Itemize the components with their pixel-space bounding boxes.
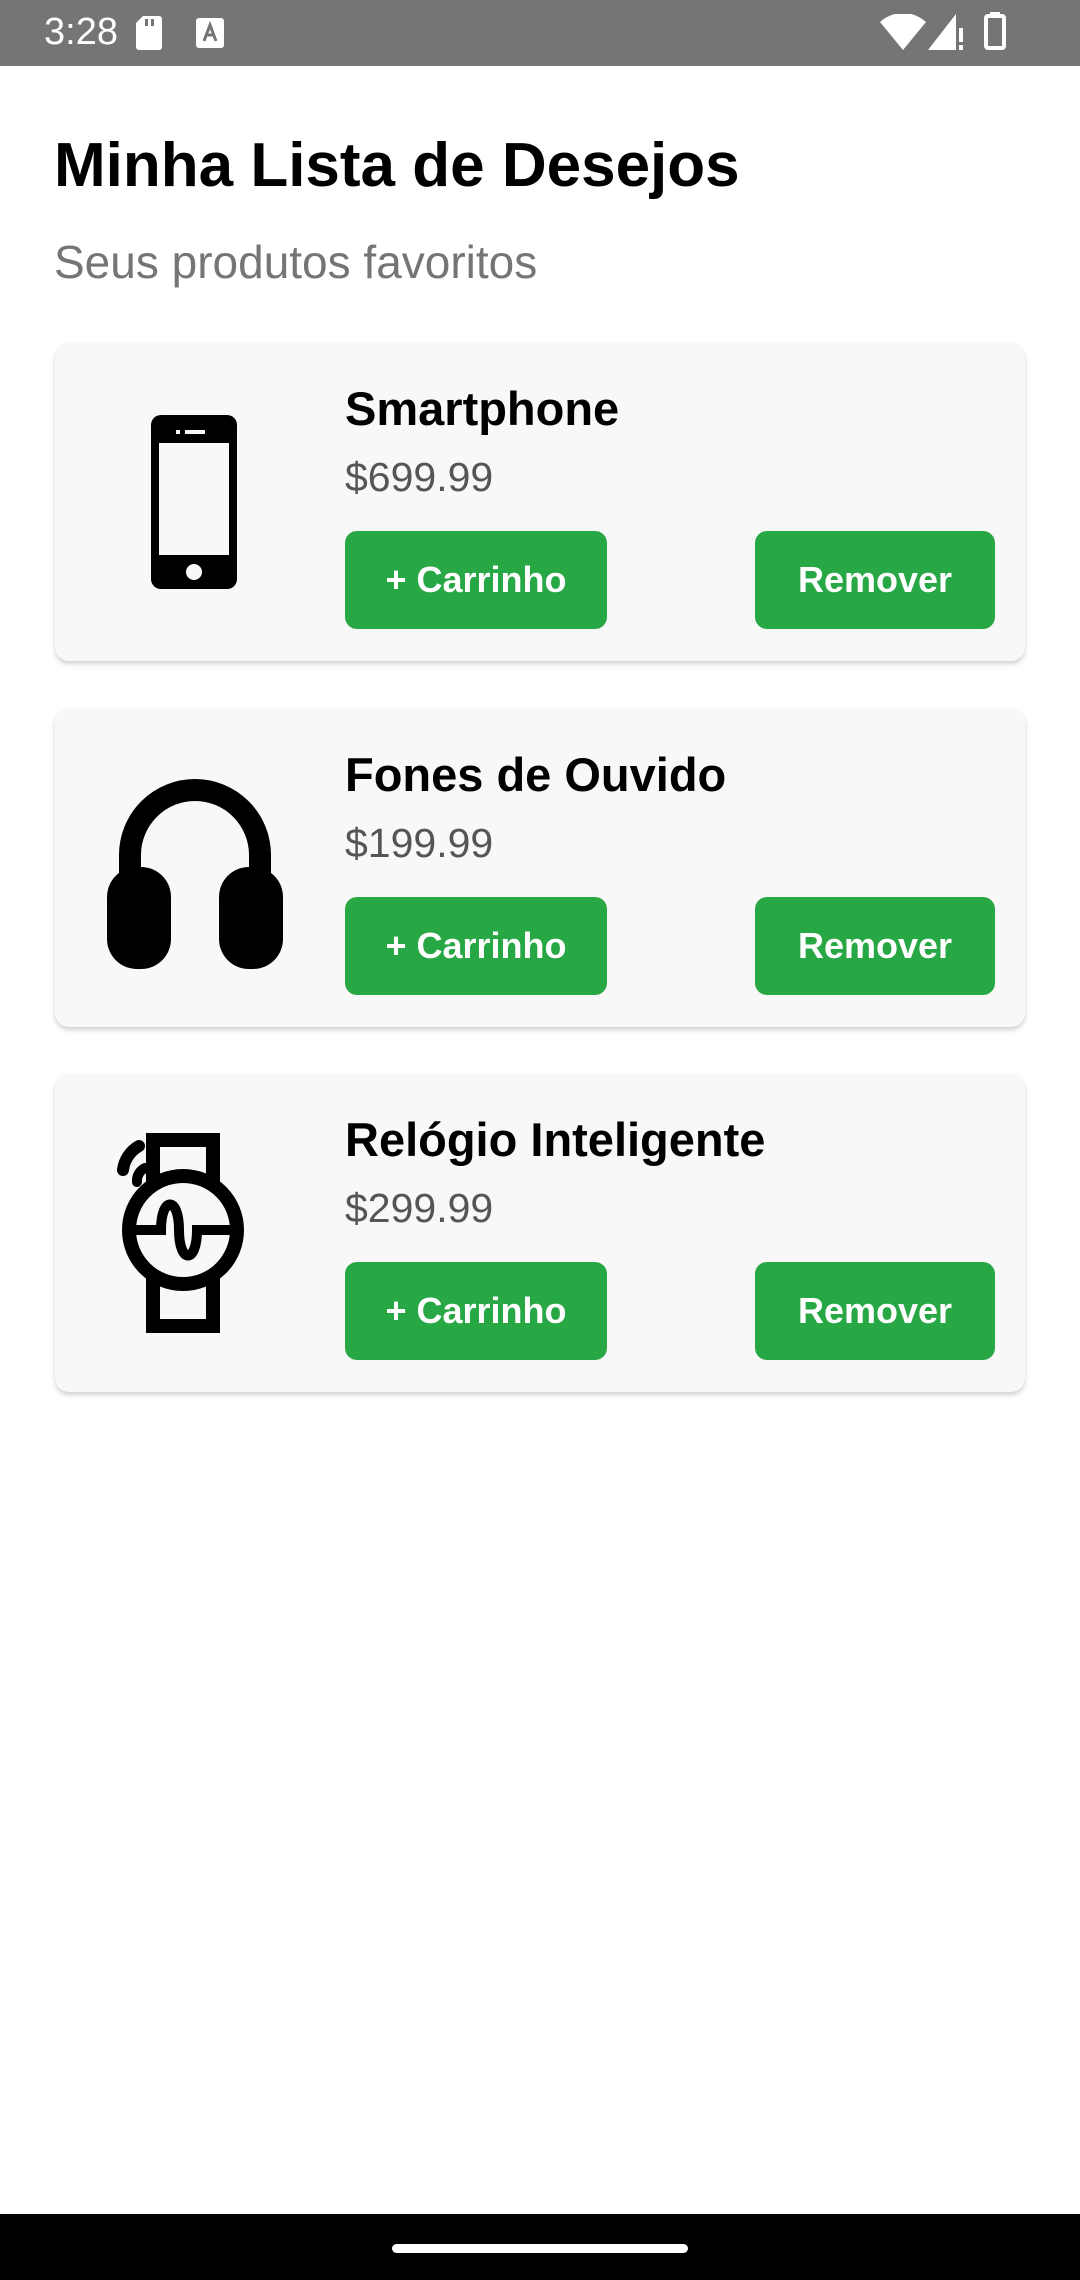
battery-icon: [984, 12, 1006, 50]
add-to-cart-button[interactable]: + Carrinho: [345, 897, 607, 995]
status-bar: 3:28: [0, 0, 1080, 66]
product-image: [55, 709, 335, 1027]
remove-button[interactable]: Remover: [755, 897, 995, 995]
remove-button[interactable]: Remover: [755, 1262, 995, 1360]
home-gesture-handle[interactable]: [392, 2244, 688, 2253]
product-card-headphones: Fones de Ouvido $199.99 + Carrinho Remov…: [55, 709, 1025, 1027]
product-price: $699.99: [345, 454, 494, 500]
sd-card-icon: [136, 16, 162, 50]
product-price: $299.99: [345, 1185, 494, 1231]
page-title: Minha Lista de Desejos: [54, 131, 740, 200]
add-to-cart-button[interactable]: + Carrinho: [345, 531, 607, 629]
product-name: Relógio Inteligente: [345, 1113, 766, 1166]
headphones-icon: [107, 779, 283, 969]
remove-button[interactable]: Remover: [755, 531, 995, 629]
product-card-smartwatch: Relógio Inteligente $299.99 + Carrinho R…: [55, 1074, 1025, 1392]
smartphone-icon: [151, 415, 237, 589]
product-image: [55, 1074, 335, 1392]
product-name: Fones de Ouvido: [345, 748, 727, 801]
smartwatch-icon: [117, 1133, 244, 1333]
wifi-icon: [880, 14, 926, 50]
signal-icon: [928, 14, 963, 50]
keyboard-a-icon: [196, 18, 224, 48]
product-card-smartphone: Smartphone $699.99 + Carrinho Remover: [55, 343, 1025, 661]
product-name: Smartphone: [345, 382, 620, 435]
product-image: [55, 343, 335, 661]
status-time: 3:28: [44, 11, 118, 53]
add-to-cart-button[interactable]: + Carrinho: [345, 1262, 607, 1360]
navigation-bar: [0, 2214, 1080, 2280]
page-subtitle: Seus produtos favoritos: [54, 236, 538, 288]
product-price: $199.99: [345, 820, 494, 866]
